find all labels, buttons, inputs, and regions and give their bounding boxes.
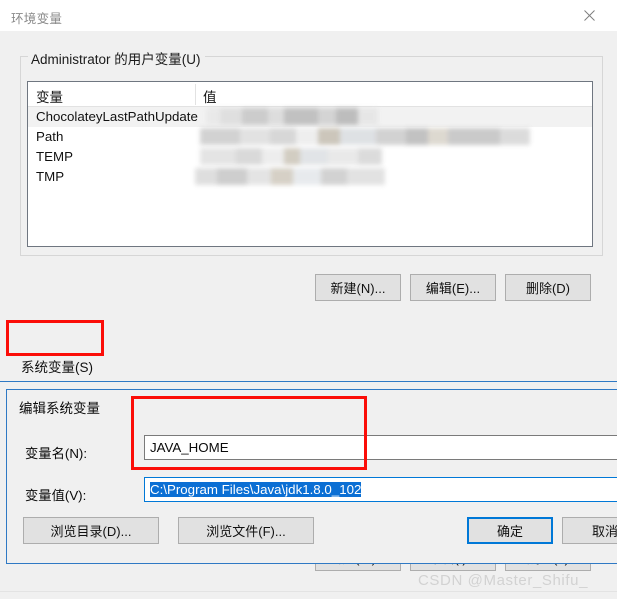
user-edit-button-label: 编辑(E)... <box>425 281 481 296</box>
user-new-button[interactable]: 新建(N)... <box>315 274 401 301</box>
close-icon[interactable] <box>567 0 612 31</box>
browse-file-button[interactable]: 浏览文件(F)... <box>178 517 314 544</box>
variable-name-label: 变量名(N): <box>25 443 87 462</box>
browse-file-button-label: 浏览文件(F)... <box>206 524 286 539</box>
user-variables-table[interactable]: 变量 值 ChocolateyLastPathUpdate Path TEMP … <box>27 81 593 247</box>
table-row[interactable]: TEMP <box>28 147 592 167</box>
user-new-button-label: 新建(N)... <box>330 281 386 296</box>
watermark: CSDN @Master_Shifu_ <box>418 572 589 589</box>
cancel-button[interactable]: 取消 <box>562 517 617 544</box>
window-titlebar: 环境变量 <box>0 0 617 31</box>
table-row[interactable]: TMP <box>28 167 592 187</box>
system-variables-divider <box>0 381 617 382</box>
system-variables-label: 系统变量(S) <box>21 360 93 375</box>
bottom-divider <box>0 591 617 592</box>
user-variables-legend: Administrator 的用户变量(U) <box>28 48 205 68</box>
variable-name-cell: TMP <box>36 169 65 184</box>
environment-variables-window: Administrator 的用户变量(U) 变量 值 ChocolateyLa… <box>0 31 617 599</box>
edit-system-variable-dialog: 编辑系统变量 变量名(N): JAVA_HOME 变量值(V): C:\Prog… <box>6 389 617 564</box>
edit-dialog-title: 编辑系统变量 <box>19 401 100 416</box>
variable-value-input[interactable]: C:\Program Files\Java\jdk1.8.0_102 <box>144 477 617 502</box>
variable-name-label-text: 变量名(N): <box>25 446 88 461</box>
ok-button[interactable]: 确定 <box>467 517 553 544</box>
variable-name-input[interactable]: JAVA_HOME <box>144 435 617 460</box>
variable-name-input-value: JAVA_HOME <box>150 440 229 455</box>
table-row[interactable]: ChocolateyLastPathUpdate <box>28 107 592 127</box>
variable-value-input-value: C:\Program Files\Java\jdk1.8.0_102 <box>150 482 362 497</box>
table-row[interactable]: Path <box>28 127 592 147</box>
table-header-row: 变量 值 <box>28 82 592 107</box>
variable-value-cell-redacted <box>200 148 382 165</box>
variable-value-cell-redacted <box>206 108 378 125</box>
column-header-variable[interactable]: 变量 <box>36 86 63 106</box>
variable-value-cell-redacted <box>195 168 385 185</box>
user-delete-button-label: 删除(D) <box>525 281 571 296</box>
column-header-value[interactable]: 值 <box>203 86 217 106</box>
variable-name-cell: Path <box>36 129 64 144</box>
browse-directory-button-label: 浏览目录(D)... <box>50 524 132 539</box>
variable-name-cell: TEMP <box>36 149 73 164</box>
window-title: 环境变量 <box>11 12 63 26</box>
user-edit-button[interactable]: 编辑(E)... <box>410 274 496 301</box>
user-delete-button[interactable]: 删除(D) <box>505 274 591 301</box>
variable-value-label-text: 变量值(V): <box>25 488 87 503</box>
variable-value-label: 变量值(V): <box>25 485 86 504</box>
cancel-button-label: 取消 <box>591 524 617 539</box>
ok-button-label: 确定 <box>496 524 523 539</box>
variable-name-cell: ChocolateyLastPathUpdate <box>36 109 198 124</box>
browse-directory-button[interactable]: 浏览目录(D)... <box>23 517 159 544</box>
column-divider <box>195 84 196 105</box>
variable-value-cell-redacted <box>200 128 530 145</box>
